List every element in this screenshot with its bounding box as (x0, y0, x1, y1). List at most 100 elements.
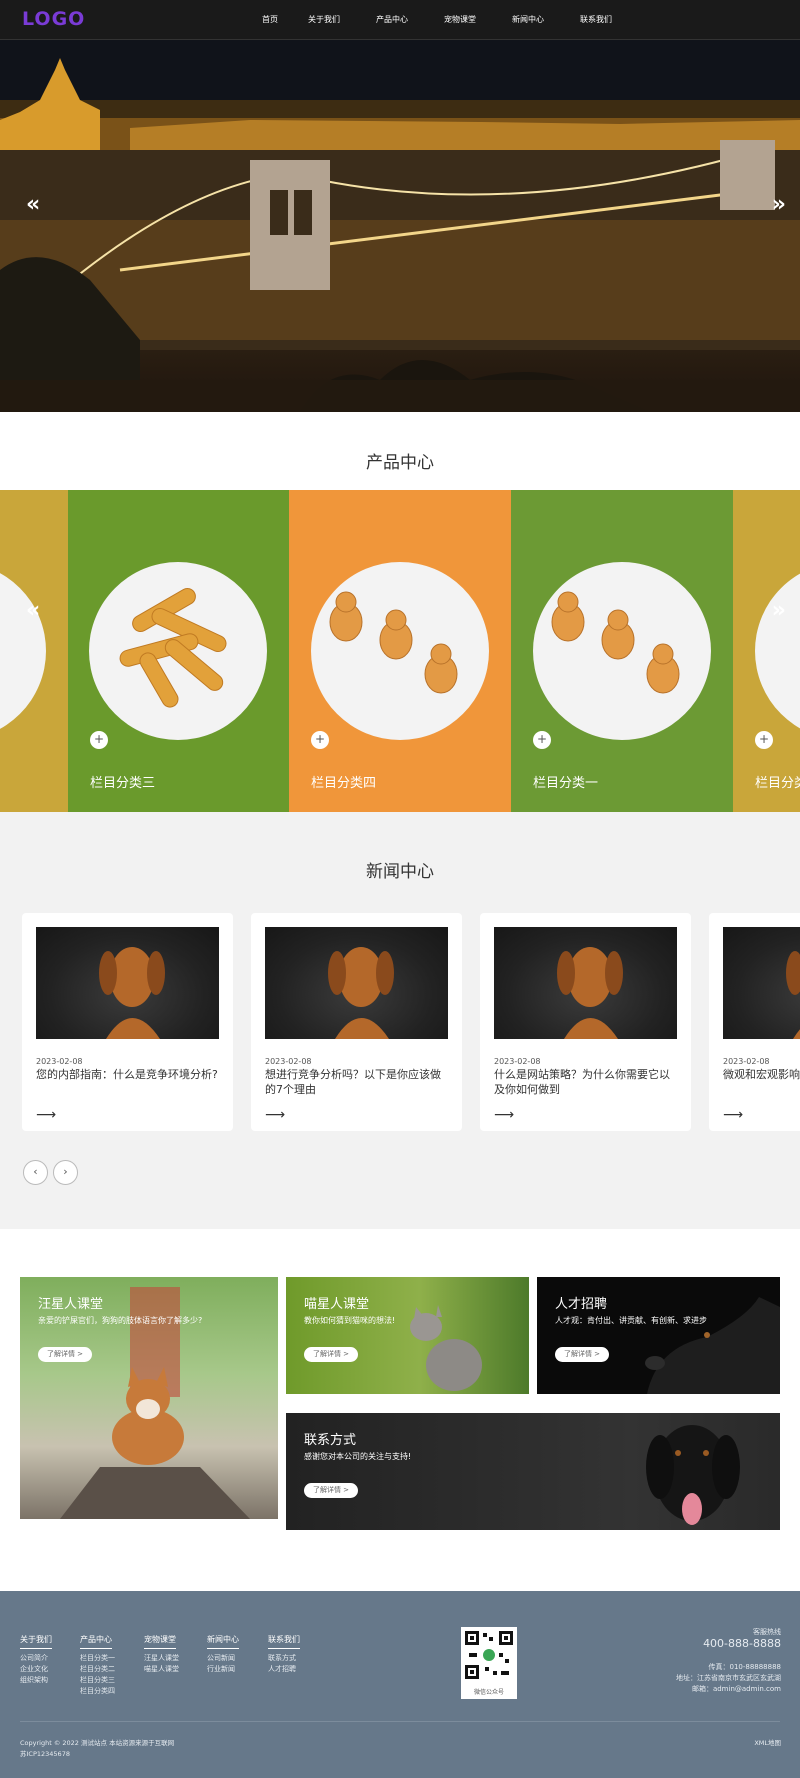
hero-prev-icon[interactable]: « (26, 192, 40, 217)
footer-link[interactable]: 行业新闻 (207, 1664, 239, 1675)
nav-home[interactable]: 首页 (262, 0, 278, 40)
banner-title: 喵星人课堂 (304, 1297, 370, 1312)
footer-link[interactable]: 栏目分类三 (80, 1675, 115, 1686)
main-nav: 首页 关于我们 产品中心 宠物课堂 新闻中心 联系我们 (262, 0, 648, 40)
footer-link[interactable]: 组织架构 (20, 1675, 52, 1686)
news-card[interactable]: 2023-02-08 想进行竞争分析吗？以下是你应该做的7个理由 ⟶ (251, 913, 462, 1131)
plus-icon[interactable]: + (755, 731, 773, 749)
plus-icon[interactable]: + (533, 731, 551, 749)
footer-link[interactable]: 公司新闻 (207, 1653, 239, 1664)
cat-class-banner[interactable]: 喵星人课堂 教你如何猜到猫咪的想法! 了解详情 > (286, 1277, 529, 1394)
footer-column-about: 关于我们 公司简介 企业文化 组织架构 (20, 1627, 52, 1686)
learn-more-button[interactable]: 了解详情 > (304, 1347, 358, 1362)
email: 邮箱：admin@admin.com (691, 1685, 781, 1693)
product-card-partial-left[interactable] (0, 490, 68, 812)
logo[interactable]: LOGO (22, 8, 85, 30)
news-card[interactable]: 2023-02-08 什么是网站策略？为什么你需要它以及你如何做到 ⟶ (480, 913, 691, 1131)
learn-more-button[interactable]: 了解详情 > (38, 1347, 92, 1362)
news-title[interactable]: 什么是网站策略？为什么你需要它以及你如何做到 (494, 1067, 677, 1097)
bear-biscuits-image (329, 591, 458, 694)
footer-divider (20, 1721, 780, 1722)
dog-photo (494, 927, 677, 1039)
footer-link[interactable]: 栏目分类二 (80, 1664, 115, 1675)
dog-photo (723, 927, 800, 1039)
product-plate (311, 562, 489, 740)
banner-title: 汪星人课堂 (38, 1297, 104, 1312)
footer-link[interactable]: 联系方式 (268, 1653, 300, 1664)
site-footer: 关于我们 公司简介 企业文化 组织架构 产品中心 栏目分类一 栏目分类二 栏目分… (0, 1591, 800, 1778)
nav-pet-class[interactable]: 宠物课堂 (444, 0, 476, 40)
footer-column-news: 新闻中心 公司新闻 行业新闻 (207, 1627, 239, 1675)
footer-column-contact: 联系我们 联系方式 人才招聘 (268, 1627, 300, 1675)
banner-desc: 感谢您对本公司的关注与支持! (304, 1452, 412, 1461)
product-label: 栏目分类三 (90, 776, 156, 791)
footer-link[interactable]: 企业文化 (20, 1664, 52, 1675)
footer-link[interactable]: 栏目分类一 (80, 1653, 115, 1664)
sitemap-link[interactable]: XML地图 (754, 1737, 781, 1747)
hero-next-icon[interactable]: » (772, 192, 786, 217)
arrow-right-icon[interactable]: ⟶ (36, 1107, 56, 1123)
banner-title: 联系方式 (304, 1433, 357, 1448)
news-prev-button[interactable]: ‹ (23, 1160, 48, 1185)
product-card[interactable]: + 栏目分类二 (733, 490, 800, 812)
nav-contact[interactable]: 联系我们 (580, 0, 612, 40)
learn-more-button[interactable]: 了解详情 > (304, 1483, 358, 1498)
learn-more-button[interactable]: 了解详情 > (555, 1347, 609, 1362)
footer-column-head[interactable]: 新闻中心 (207, 1634, 239, 1649)
product-plate (533, 562, 711, 740)
hero-banner: « » (0, 40, 800, 412)
black-labrador-image (646, 1425, 740, 1525)
plus-icon[interactable]: + (90, 731, 108, 749)
footer-link[interactable]: 公司简介 (20, 1653, 52, 1664)
footer-link[interactable]: 喵星人课堂 (144, 1664, 179, 1675)
product-plate (89, 562, 267, 740)
footer-link[interactable]: 人才招聘 (268, 1664, 300, 1675)
news-card[interactable]: 2023-02-08 微观和宏观影响 ⟶ (709, 913, 800, 1131)
jobs-banner[interactable]: 人才招聘 人才观：肯付出、讲贡献、有创新、求进步 了解详情 > (537, 1277, 780, 1394)
dog-class-banner[interactable]: 汪星人课堂 亲爱的铲屎官们，狗狗的肢体语言你了解多少? 了解详情 > (20, 1277, 278, 1519)
news-title[interactable]: 您的内部指南：什么是竞争环境分析? (36, 1067, 219, 1082)
footer-column-pet-class: 宠物课堂 汪星人课堂 喵星人课堂 (144, 1627, 179, 1675)
news-title[interactable]: 想进行竞争分析吗？以下是你应该做的7个理由 (265, 1067, 448, 1097)
news-card[interactable]: 2023-02-08 您的内部指南：什么是竞争环境分析? ⟶ (22, 913, 233, 1131)
product-plate (755, 562, 800, 740)
arrow-right-icon[interactable]: ⟶ (723, 1107, 743, 1123)
products-carousel: + 栏目分类三 + 栏目分类四 + 栏目分类一 + 栏目分 « » (0, 490, 800, 812)
footer-link[interactable]: 栏目分类四 (80, 1686, 115, 1697)
nav-products[interactable]: 产品中心 (376, 0, 408, 40)
products-prev-icon[interactable]: « (26, 598, 40, 623)
footer-link[interactable]: 汪星人课堂 (144, 1653, 179, 1664)
product-plate (0, 562, 46, 740)
products-section-title: 产品中心 (366, 453, 434, 473)
corgi-image (60, 1287, 250, 1519)
banner-desc: 教你如何猜到猫咪的想法! (304, 1316, 396, 1325)
banner-desc: 亲爱的铲屎官们，狗狗的肢体语言你了解多少? (38, 1316, 203, 1325)
dog-photo (36, 927, 219, 1039)
news-next-button[interactable]: › (53, 1160, 78, 1185)
product-card[interactable]: + 栏目分类四 (289, 490, 511, 812)
product-label: 栏目分类二 (755, 776, 800, 791)
qr-code-icon (465, 1631, 513, 1679)
footer-column-head[interactable]: 联系我们 (268, 1634, 300, 1649)
product-card[interactable]: + 栏目分类三 (68, 490, 289, 812)
biscuit-bones-image (119, 588, 227, 708)
news-title[interactable]: 微观和宏观影响 (723, 1067, 800, 1082)
contact-banner[interactable]: 联系方式 感谢您对本公司的关注与支持! 了解详情 > (286, 1413, 780, 1530)
products-next-icon[interactable]: » (772, 598, 786, 623)
nav-about[interactable]: 关于我们 (308, 0, 340, 40)
product-label: 栏目分类四 (311, 776, 377, 791)
wechat-qr-code: 微信公众号 (461, 1627, 517, 1699)
footer-column-head[interactable]: 产品中心 (80, 1634, 112, 1649)
plus-icon[interactable]: + (311, 731, 329, 749)
banner-title: 人才招聘 (555, 1297, 608, 1312)
address: 地址：江苏省南京市玄武区玄武湖 (676, 1674, 781, 1682)
nav-news[interactable]: 新闻中心 (512, 0, 544, 40)
arrow-right-icon[interactable]: ⟶ (265, 1107, 285, 1123)
icp-link[interactable]: 苏ICP12345678 (20, 1748, 70, 1758)
product-card[interactable]: + 栏目分类一 (511, 490, 733, 812)
fax: 传真：010-88888888 (708, 1663, 781, 1671)
dog-photo (265, 927, 448, 1039)
footer-column-head[interactable]: 宠物课堂 (144, 1634, 176, 1649)
footer-column-head[interactable]: 关于我们 (20, 1634, 52, 1649)
arrow-right-icon[interactable]: ⟶ (494, 1107, 514, 1123)
